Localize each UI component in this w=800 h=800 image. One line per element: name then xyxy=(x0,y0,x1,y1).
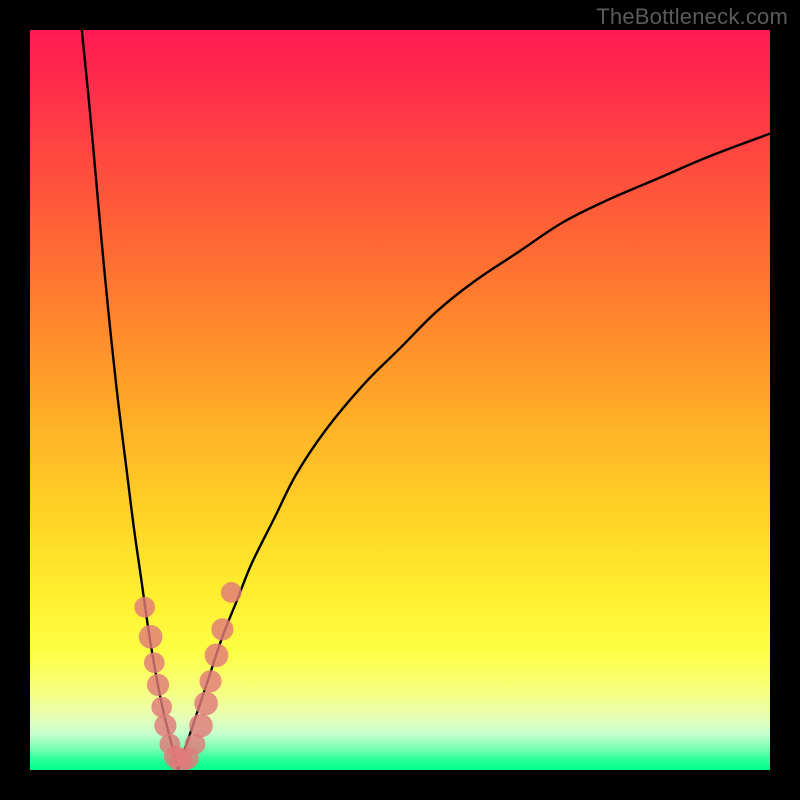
marker-point xyxy=(154,715,176,737)
marker-point xyxy=(211,618,233,640)
marker-point xyxy=(151,697,172,718)
marker-point xyxy=(199,670,221,692)
marker-point xyxy=(147,674,169,696)
markers-group xyxy=(134,582,241,770)
marker-point xyxy=(194,692,218,716)
series-right-curve xyxy=(178,134,770,770)
chart-frame: TheBottleneck.com xyxy=(0,0,800,800)
watermark-text: TheBottleneck.com xyxy=(596,4,788,30)
marker-point xyxy=(189,714,213,738)
marker-point xyxy=(134,597,155,618)
marker-point xyxy=(205,643,229,667)
curves-svg xyxy=(30,30,770,770)
marker-point xyxy=(221,582,242,603)
marker-point xyxy=(139,625,163,649)
marker-point xyxy=(144,652,165,673)
plot-area xyxy=(30,30,770,770)
series-group xyxy=(82,30,770,770)
